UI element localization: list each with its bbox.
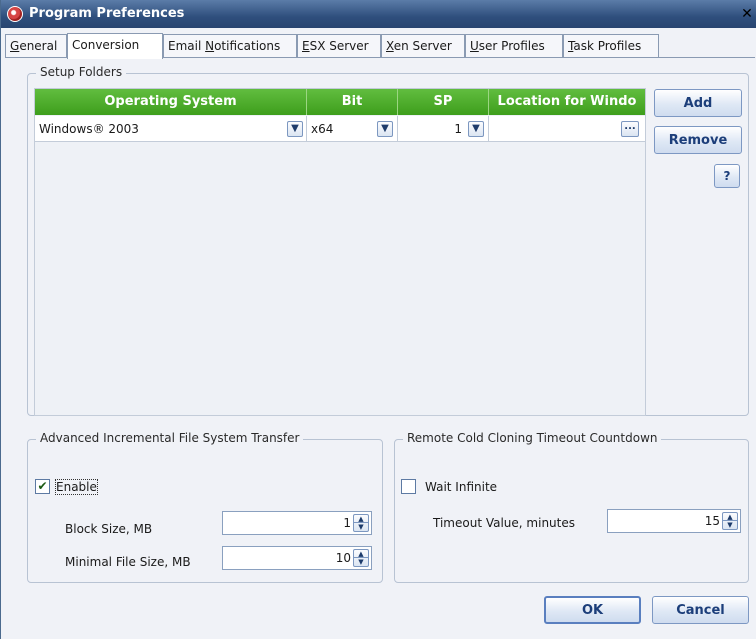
spin-up-icon[interactable]: ▲ bbox=[354, 550, 368, 558]
location-cell[interactable]: ... bbox=[489, 116, 645, 142]
browse-button[interactable]: ... bbox=[621, 121, 639, 137]
column-header-operating-system[interactable]: Operating System bbox=[35, 89, 307, 115]
column-header-location[interactable]: Location for Windo bbox=[489, 89, 645, 115]
column-header-bit[interactable]: Bit bbox=[307, 89, 398, 115]
remove-button[interactable]: Remove bbox=[654, 126, 742, 154]
app-icon bbox=[7, 6, 23, 22]
wait-infinite-checkbox[interactable] bbox=[401, 479, 416, 494]
spin-down-icon[interactable]: ▼ bbox=[354, 558, 368, 566]
tab-email-notifications[interactable]: Email Notifications bbox=[163, 34, 297, 58]
preferences-window: Program Preferences ✕ General Conversion… bbox=[0, 0, 756, 639]
block-size-spin-buttons[interactable]: ▲ ▼ bbox=[353, 514, 369, 532]
ok-button[interactable]: OK bbox=[544, 596, 641, 624]
cancel-button[interactable]: Cancel bbox=[652, 596, 749, 624]
add-button[interactable]: Add bbox=[654, 89, 742, 117]
enable-checkbox[interactable]: ✔ bbox=[35, 479, 50, 494]
timeout-value-label: Timeout Value, minutes bbox=[433, 516, 575, 530]
title-bar[interactable]: Program Preferences ✕ bbox=[1, 0, 756, 28]
window-title: Program Preferences bbox=[29, 6, 185, 21]
tab-task-profiles[interactable]: Task Profiles bbox=[563, 34, 659, 58]
bit-value: x64 bbox=[311, 122, 334, 136]
tab-general[interactable]: General bbox=[5, 34, 67, 58]
sp-dropdown-arrow-icon[interactable]: ▼ bbox=[468, 121, 484, 137]
block-size-label: Block Size, MB bbox=[65, 522, 153, 536]
block-size-stepper[interactable]: 1 ▲ ▼ bbox=[222, 511, 372, 535]
enable-label[interactable]: Enable bbox=[55, 479, 98, 495]
timeout-value: 15 bbox=[704, 514, 720, 528]
os-value: Windows® 2003 bbox=[39, 122, 139, 136]
sp-value: 1 bbox=[454, 122, 462, 136]
close-icon[interactable]: ✕ bbox=[738, 4, 756, 24]
minimal-file-size-spin-buttons[interactable]: ▲ ▼ bbox=[353, 549, 369, 567]
incremental-transfer-title: Advanced Incremental File System Transfe… bbox=[36, 431, 304, 445]
tab-esx-server[interactable]: ESX Server bbox=[297, 34, 381, 58]
minimal-file-size-stepper[interactable]: 10 ▲ ▼ bbox=[222, 546, 372, 570]
setup-folders-grid: Operating System Bit SP Location for Win… bbox=[34, 88, 646, 416]
timeout-spin-buttons[interactable]: ▲ ▼ bbox=[722, 512, 738, 530]
column-header-sp[interactable]: SP bbox=[398, 89, 489, 115]
help-button[interactable]: ? bbox=[714, 164, 740, 188]
wait-infinite-label[interactable]: Wait Infinite bbox=[425, 480, 497, 494]
tab-user-profiles[interactable]: User Profiles bbox=[465, 34, 563, 58]
spin-up-icon[interactable]: ▲ bbox=[723, 513, 737, 521]
timeout-value-stepper[interactable]: 15 ▲ ▼ bbox=[607, 509, 741, 533]
tab-conversion[interactable]: Conversion bbox=[67, 33, 163, 59]
minimal-file-size-value: 10 bbox=[335, 551, 351, 565]
sp-cell[interactable]: 1 ▼ bbox=[398, 116, 489, 142]
tab-xen-server[interactable]: Xen Server bbox=[381, 34, 465, 58]
setup-folders-title: Setup Folders bbox=[36, 65, 127, 79]
table-row[interactable]: Windows® 2003 ▼ x64 ▼ 1 ▼ ... bbox=[35, 116, 645, 142]
cold-cloning-title: Remote Cold Cloning Timeout Countdown bbox=[403, 431, 662, 445]
minimal-file-size-label: Minimal File Size, MB bbox=[65, 555, 191, 569]
spin-up-icon[interactable]: ▲ bbox=[354, 515, 368, 523]
spin-down-icon[interactable]: ▼ bbox=[354, 523, 368, 531]
os-cell[interactable]: Windows® 2003 ▼ bbox=[35, 116, 307, 142]
block-size-value: 1 bbox=[343, 516, 351, 530]
os-dropdown-arrow-icon[interactable]: ▼ bbox=[287, 121, 303, 137]
grid-header: Operating System Bit SP Location for Win… bbox=[35, 89, 645, 115]
spin-down-icon[interactable]: ▼ bbox=[723, 521, 737, 529]
bit-dropdown-arrow-icon[interactable]: ▼ bbox=[377, 121, 393, 137]
bit-cell[interactable]: x64 ▼ bbox=[307, 116, 398, 142]
